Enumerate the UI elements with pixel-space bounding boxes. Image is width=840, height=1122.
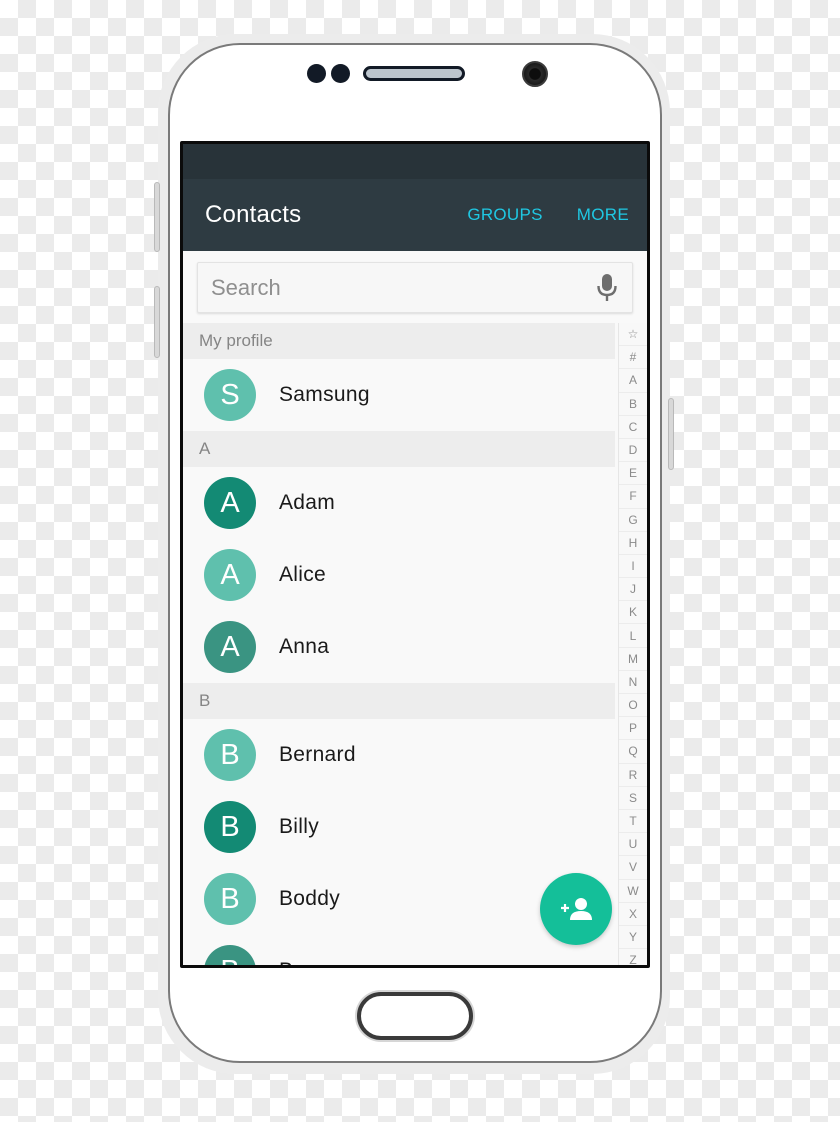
proximity-sensor xyxy=(307,64,326,83)
index-letter[interactable]: S xyxy=(619,787,647,810)
contact-name: Anna xyxy=(279,635,330,658)
home-button[interactable] xyxy=(357,992,473,1040)
index-letter[interactable]: Y xyxy=(619,926,647,950)
section-header-my-profile: My profile xyxy=(183,323,615,359)
index-letter[interactable]: N xyxy=(619,671,647,694)
contact-name: Billy xyxy=(279,815,320,838)
index-letter[interactable]: O xyxy=(619,694,647,718)
contact-item-adam[interactable]: A Adam xyxy=(183,467,615,539)
contact-name: Bernard xyxy=(279,743,356,766)
avatar: A xyxy=(204,621,256,673)
index-letter[interactable]: ☆ xyxy=(619,323,647,347)
index-letter[interactable]: C xyxy=(619,416,647,439)
power-button[interactable] xyxy=(668,398,674,470)
groups-button[interactable]: GROUPS xyxy=(467,205,542,225)
status-bar xyxy=(183,144,647,179)
index-letter[interactable]: K xyxy=(619,601,647,625)
index-letter[interactable]: Q xyxy=(619,740,647,764)
avatar: B xyxy=(204,945,256,965)
contact-item-anna[interactable]: A Anna xyxy=(183,611,615,683)
add-contact-icon xyxy=(561,898,592,920)
index-letter[interactable]: B xyxy=(619,393,647,416)
index-letter[interactable]: H xyxy=(619,532,647,555)
contact-name: Samsung xyxy=(279,383,370,406)
contact-item-alice[interactable]: A Alice xyxy=(183,539,615,611)
contact-item-billy[interactable]: B Billy xyxy=(183,791,615,863)
phone-screen: Contacts GROUPS MORE My profile S Samsun… xyxy=(180,141,650,968)
contact-item-partial[interactable]: B B xyxy=(183,935,615,965)
search-bar xyxy=(183,251,647,323)
index-letter[interactable]: F xyxy=(619,485,647,509)
add-contact-button[interactable] xyxy=(540,873,612,945)
avatar: B xyxy=(204,873,256,925)
search-box xyxy=(197,262,633,313)
avatar: B xyxy=(204,801,256,853)
volume-down-button[interactable] xyxy=(154,286,160,358)
earpiece-speaker xyxy=(363,66,465,81)
alphabet-index[interactable]: ☆ # A B C D E F G H I J K L M N O P Q R S T U V W X Y Z xyxy=(618,323,647,965)
index-letter[interactable]: X xyxy=(619,903,647,926)
index-letter[interactable]: G xyxy=(619,509,647,532)
light-sensor xyxy=(331,64,350,83)
page-title: Contacts xyxy=(205,201,302,228)
index-letter[interactable]: I xyxy=(619,555,647,579)
index-letter[interactable]: T xyxy=(619,810,647,834)
contact-name: Boddy xyxy=(279,887,341,910)
index-letter[interactable]: P xyxy=(619,717,647,741)
index-letter[interactable]: A xyxy=(619,369,647,393)
contact-name: Adam xyxy=(279,491,336,514)
index-letter[interactable]: # xyxy=(619,346,647,370)
index-letter[interactable]: L xyxy=(619,624,647,648)
section-header-b: B xyxy=(183,683,615,719)
contact-item-samsung[interactable]: S Samsung xyxy=(183,359,615,431)
index-letter[interactable]: W xyxy=(619,880,647,903)
index-letter[interactable]: Z xyxy=(619,949,647,965)
contact-name: B xyxy=(279,959,293,965)
index-letter[interactable]: R xyxy=(619,764,647,787)
index-letter[interactable]: V xyxy=(619,856,647,880)
avatar: S xyxy=(204,369,256,421)
index-letter[interactable]: U xyxy=(619,833,647,857)
microphone-icon[interactable] xyxy=(596,273,618,303)
more-button[interactable]: MORE xyxy=(577,205,629,225)
index-letter[interactable]: J xyxy=(619,578,647,602)
front-camera-icon xyxy=(522,61,548,87)
contact-item-bernard[interactable]: B Bernard xyxy=(183,719,615,791)
section-header-a: A xyxy=(183,431,615,467)
contact-name: Alice xyxy=(279,563,327,586)
volume-up-button[interactable] xyxy=(154,182,160,252)
avatar: A xyxy=(204,477,256,529)
contact-list[interactable]: My profile S Samsung A A Adam A Alice A … xyxy=(183,323,615,965)
search-input[interactable] xyxy=(211,274,596,301)
avatar: B xyxy=(204,729,256,781)
index-letter[interactable]: E xyxy=(619,462,647,486)
index-letter[interactable]: M xyxy=(619,648,647,671)
index-letter[interactable]: D xyxy=(619,439,647,463)
app-bar: Contacts GROUPS MORE xyxy=(183,179,647,251)
avatar: A xyxy=(204,549,256,601)
